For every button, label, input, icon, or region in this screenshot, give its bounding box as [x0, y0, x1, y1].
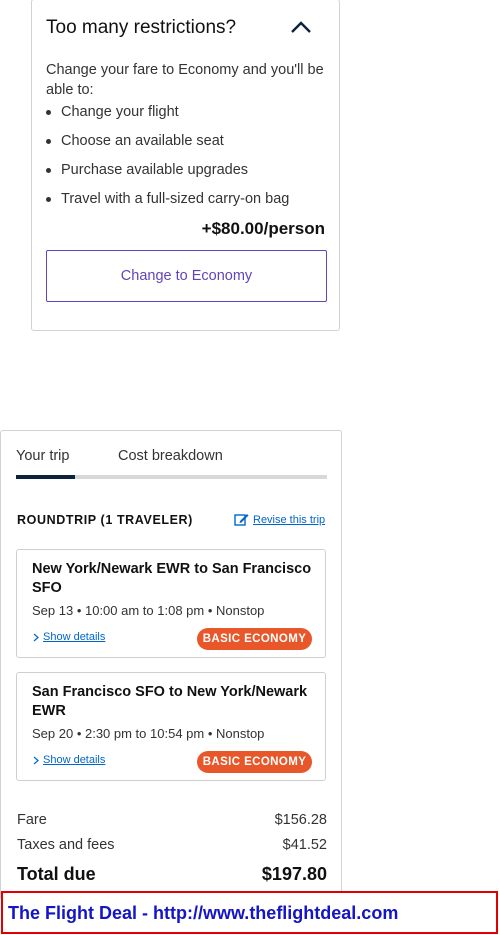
upsell-title: Too many restrictions? — [46, 17, 237, 38]
fare-row: Fare $156.28 — [17, 812, 327, 828]
upsell-card: Too many restrictions? Change your fare … — [31, 0, 340, 331]
upsell-description: Change your fare to Economy and you'll b… — [46, 62, 324, 98]
benefit-item: Purchase available upgrades — [46, 160, 289, 189]
flight-times: Sep 13 • 10:00 am to 1:08 pm • Nonstop — [32, 603, 265, 618]
total-value: $197.80 — [261, 864, 327, 884]
trip-summary-card: Your trip Cost breakdown ROUNDTRIP (1 TR… — [0, 430, 342, 900]
tab-cost-breakdown[interactable]: Cost breakdown — [118, 448, 223, 464]
show-details-link[interactable]: Show details — [32, 631, 105, 643]
flight-card-outbound: New York/Newark EWR to San Francisco SFO… — [16, 549, 326, 658]
basic-economy-badge: BASIC ECONOMY — [197, 751, 312, 773]
taxes-value: $41.52 — [282, 837, 327, 853]
total-label: Total due — [17, 864, 96, 884]
watermark-text: The Flight Deal - http://www.theflightde… — [8, 903, 399, 923]
taxes-row: Taxes and fees $41.52 — [17, 837, 327, 853]
taxes-label: Taxes and fees — [17, 837, 115, 853]
flight-card-return: San Francisco SFO to New York/Newark EWR… — [16, 672, 326, 781]
flight-times: Sep 20 • 2:30 pm to 10:54 pm • Nonstop — [32, 726, 265, 741]
chevron-up-icon[interactable] — [290, 20, 312, 34]
revise-trip-label: Revise this trip — [253, 513, 326, 526]
fare-value: $156.28 — [274, 812, 327, 828]
flight-route: New York/Newark EWR to San Francisco SFO — [32, 561, 312, 596]
basic-economy-badge: BASIC ECONOMY — [197, 628, 312, 650]
benefit-item: Travel with a full-sized carry-on bag — [46, 189, 289, 218]
show-details-label: Show details — [43, 754, 106, 766]
tab-your-trip[interactable]: Your trip — [16, 448, 69, 464]
trip-heading: ROUNDTRIP (1 TRAVELER) — [17, 513, 193, 527]
show-details-link[interactable]: Show details — [32, 754, 105, 766]
benefit-item: Change your flight — [46, 102, 289, 131]
show-details-label: Show details — [43, 631, 106, 643]
trip-tabs: Your trip Cost breakdown — [16, 448, 327, 480]
total-row: Total due $197.80 — [17, 864, 327, 885]
chevron-right-icon — [33, 756, 39, 764]
change-to-economy-button[interactable]: Change to Economy — [46, 250, 327, 302]
fare-label: Fare — [17, 812, 47, 828]
benefits-list: Change your flight Choose an available s… — [46, 102, 289, 218]
chevron-right-icon — [33, 633, 39, 641]
tab-active-indicator — [16, 475, 75, 479]
benefit-item: Choose an available seat — [46, 131, 289, 160]
edit-icon — [234, 514, 249, 526]
flight-route: San Francisco SFO to New York/Newark EWR — [32, 684, 308, 719]
revise-trip-link[interactable]: Revise this trip — [234, 512, 325, 527]
watermark-banner: The Flight Deal - http://www.theflightde… — [1, 891, 498, 934]
upgrade-price: +$80.00/person — [201, 219, 325, 238]
